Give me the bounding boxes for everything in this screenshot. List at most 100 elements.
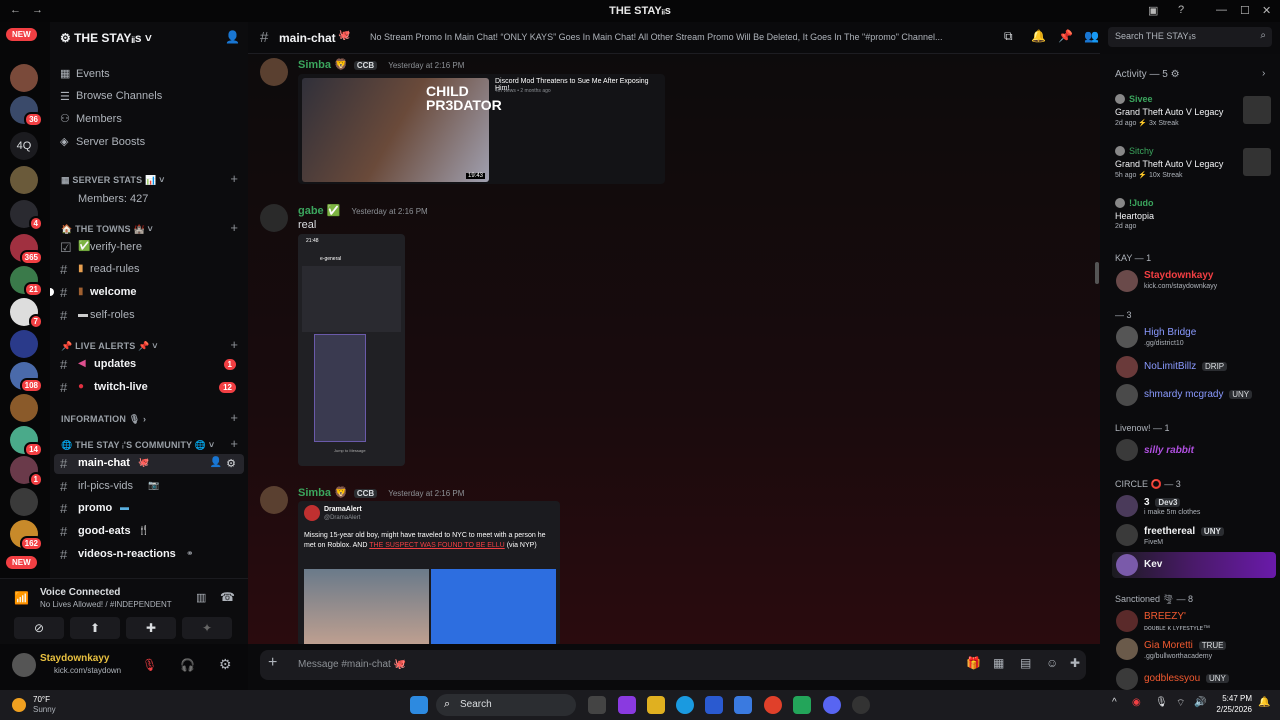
inbox-icon[interactable]: ▣ <box>1148 4 1158 17</box>
avatar[interactable] <box>260 58 288 86</box>
member-name[interactable]: godblessyou UNY <box>1144 673 1229 684</box>
add-channel-icon[interactable]: + <box>230 410 238 425</box>
nav-events[interactable]: Events <box>76 68 110 80</box>
member-name[interactable]: Gia Moretti TRUE <box>1144 640 1227 651</box>
close-icon[interactable]: ✕ <box>1262 4 1271 17</box>
server-icon[interactable] <box>10 64 38 92</box>
server-icon[interactable] <box>10 488 38 516</box>
avatar[interactable] <box>1116 610 1138 632</box>
video-thumbnail[interactable]: CHILD PR3DATOR 19:43 <box>302 78 502 182</box>
avatar[interactable] <box>260 486 288 514</box>
activity-header[interactable]: Activity — 5 ⚙ <box>1115 69 1180 80</box>
category-towns[interactable]: 🏠 THE TOWNS 🏰 ˅ <box>61 224 153 235</box>
emoji-icon[interactable]: ☺ <box>1046 656 1058 670</box>
mail-icon[interactable] <box>734 696 752 714</box>
wifi-icon[interactable]: ⌔ <box>1176 697 1185 710</box>
avatar[interactable] <box>260 204 288 232</box>
member-list-icon[interactable]: 👥 <box>1084 29 1099 43</box>
tweet-author[interactable]: DramaAlert <box>324 506 362 513</box>
channel-self-roles[interactable]: # self-roles ▬ <box>54 306 244 326</box>
username[interactable]: Staydownkayy <box>40 653 109 664</box>
screen-share-button[interactable]: ⬆ <box>70 617 120 639</box>
minimize-icon[interactable]: — <box>1216 4 1227 16</box>
message-author[interactable]: Simba 🦁 CCB Yesterday at 2:16 PM <box>298 58 464 71</box>
chevron-right-icon[interactable]: › <box>1262 68 1265 79</box>
server-name[interactable]: ⚙ THE STAYᵢᵢs ˅ <box>60 31 152 45</box>
activity-card[interactable]: Sivee Grand Theft Auto V Legacy 2d ago ⚡… <box>1115 94 1275 132</box>
mic-icon[interactable]: 🎙 <box>1155 697 1168 708</box>
tweet-embed[interactable]: DramaAlert @DramaAlert Missing 15-year o… <box>298 501 560 644</box>
category-community[interactable]: 🌐 THE STAY ᵢ'S COMMUNITY 🌐 ˅ <box>61 440 214 451</box>
notifications-icon[interactable]: 🔔 <box>1258 697 1270 708</box>
channel-read-rules[interactable]: # read-rules ▮ <box>54 260 244 280</box>
tray-icon[interactable]: ◉ <box>1132 697 1141 708</box>
avatar[interactable] <box>1116 638 1138 660</box>
disconnect-icon[interactable]: ☎ <box>220 590 235 604</box>
noise-suppression-icon[interactable]: ▥ <box>196 591 206 604</box>
apps-icon[interactable]: ✚ <box>1070 656 1080 670</box>
channel-welcome[interactable]: # welcome ▮ <box>50 283 244 303</box>
server-icon[interactable]: 1 <box>10 456 43 487</box>
server-icon[interactable] <box>10 394 38 422</box>
image-attachment[interactable]: 21:48 e-general Jump to Message <box>298 234 405 466</box>
voice-status[interactable]: Voice Connected <box>40 587 120 598</box>
scrollbar[interactable] <box>1095 262 1099 284</box>
message-author[interactable]: gabe ✅ Yesterday at 2:16 PM <box>298 204 428 217</box>
server-icon[interactable]: 21 <box>10 266 43 297</box>
volume-icon[interactable]: 🔊 <box>1194 697 1206 708</box>
server-icon[interactable]: 4Q <box>10 132 38 160</box>
avatar[interactable] <box>12 653 36 677</box>
member-name[interactable]: High Bridge <box>1144 327 1196 338</box>
avatar[interactable] <box>1116 384 1138 406</box>
member-name[interactable]: shmardy mcgrady UNY <box>1144 389 1253 400</box>
app-icon[interactable] <box>618 696 636 714</box>
nav-members[interactable]: Members <box>76 113 122 125</box>
sticker-icon[interactable]: ▤ <box>1020 656 1031 670</box>
task-view-icon[interactable] <box>588 696 606 714</box>
channel-promo[interactable]: # promo ▬ <box>54 499 244 519</box>
message-input[interactable]: + Message #main-chat 🐙 🎁 ▦ ▤ ☺ ✚ <box>260 650 1086 680</box>
settings-icon[interactable]: ⚙ <box>226 457 236 470</box>
windows-start-icon[interactable] <box>410 696 428 714</box>
invite-icon[interactable]: 👤 <box>210 457 222 468</box>
category-server-stats[interactable]: ▦ SERVER STATS 📊 ˅ <box>61 175 165 186</box>
activities-button[interactable]: ✚ <box>126 617 176 639</box>
video-embed[interactable]: CHILD PR3DATOR 19:43 Discord Mod Threate… <box>298 74 665 184</box>
weather-temp[interactable]: 70°F <box>33 695 50 704</box>
member-highlight[interactable]: Kev <box>1112 552 1276 578</box>
avatar[interactable] <box>1116 524 1138 546</box>
add-channel-icon[interactable]: + <box>230 171 238 186</box>
voice-channel[interactable]: No Lives Allowed! / #INDEPENDENT <box>40 600 172 609</box>
member-name[interactable]: BREEZY' <box>1144 611 1186 622</box>
avatar[interactable] <box>1116 439 1138 461</box>
add-channel-icon[interactable]: + <box>230 220 238 235</box>
tweet-image[interactable] <box>304 569 429 644</box>
mic-muted-icon[interactable]: 🎙 <box>142 658 157 672</box>
avatar[interactable] <box>1116 495 1138 517</box>
add-attachment-icon[interactable]: + <box>268 654 277 672</box>
category-live-alerts[interactable]: 📌 LIVE ALERTS 📌 ˅ <box>61 341 158 352</box>
server-icon[interactable]: 7 <box>10 298 43 329</box>
add-channel-icon[interactable]: + <box>230 436 238 451</box>
help-icon[interactable]: ? <box>1178 4 1184 16</box>
threads-icon[interactable]: ⧉ <box>1004 29 1013 44</box>
camera-off-button[interactable]: ⊘ <box>14 617 64 639</box>
pin-icon[interactable]: 📌 <box>1058 29 1073 43</box>
clock-time[interactable]: 5:47 PM <box>1212 694 1252 703</box>
server-icon[interactable]: 14 <box>10 426 43 457</box>
obs-icon[interactable] <box>852 696 870 714</box>
edge-icon[interactable] <box>676 696 694 714</box>
member-name[interactable]: silly rabbit <box>1144 445 1194 456</box>
taskbar-search[interactable]: ⌕ Search <box>436 694 576 716</box>
channel-irl-pics-vids[interactable]: # irl-pics-vids 📷 <box>54 477 244 497</box>
activity-card[interactable]: !Judo Heartopia 2d ago <box>1115 198 1275 230</box>
tweet-image[interactable] <box>431 569 556 644</box>
category-information[interactable]: INFORMATION 🎙 › <box>61 414 146 425</box>
chrome-icon[interactable] <box>764 696 782 714</box>
server-icon[interactable]: 365 <box>10 234 43 265</box>
nav-browse-channels[interactable]: Browse Channels <box>76 90 162 102</box>
settings-icon[interactable]: ⚙ <box>219 656 232 673</box>
bell-icon[interactable]: 🔔 <box>1031 29 1046 43</box>
invite-icon[interactable]: 👤 <box>225 30 240 44</box>
server-icon[interactable] <box>10 166 38 194</box>
